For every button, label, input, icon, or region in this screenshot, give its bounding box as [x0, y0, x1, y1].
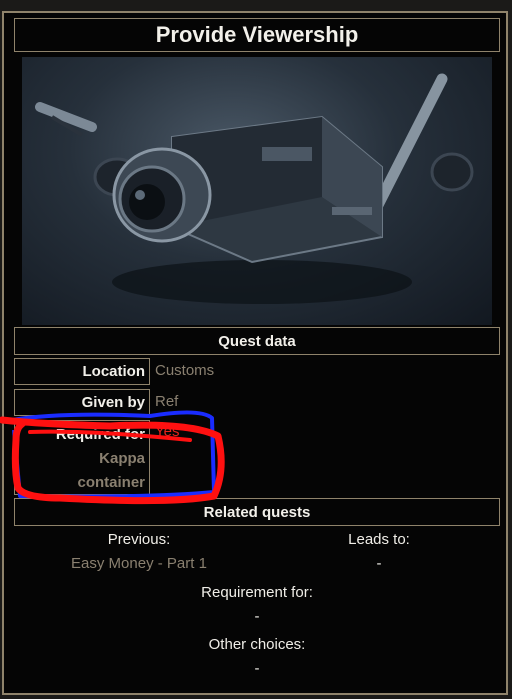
previous-quest-link-text[interactable]: Easy Money - Part 1 — [71, 555, 207, 572]
given-by-label: Given by — [14, 389, 150, 416]
camera-icon — [35, 73, 474, 304]
previous-quest-link[interactable]: Easy Money - Part 1 — [44, 555, 234, 572]
other-choices-label: Other choices: — [134, 636, 380, 653]
required-for-value: Yes — [155, 423, 179, 440]
required-for-label: Required for Kappa container — [14, 420, 150, 495]
leads-to-value: - — [304, 555, 454, 572]
leads-to-label: Leads to: — [304, 531, 454, 548]
requirement-for-value: - — [134, 608, 380, 625]
given-by-value-text[interactable]: Ref — [155, 393, 178, 410]
location-value-text[interactable]: Customs — [155, 362, 214, 379]
quest-title-text: Provide Viewership — [155, 22, 359, 47]
required-for-value-text: Yes — [155, 423, 180, 440]
location-value[interactable]: Customs — [155, 362, 214, 379]
other-choices-label-text: Other choices: — [208, 636, 306, 653]
leads-to-value-text: - — [376, 555, 382, 572]
other-choices-value: - — [134, 660, 380, 677]
related-quests-header-text: Related quests — [203, 503, 311, 521]
container-link[interactable]: container — [15, 471, 145, 495]
related-quests-header: Related quests — [14, 498, 500, 526]
quest-image — [22, 57, 492, 325]
required-for-label-text: Required for — [55, 426, 145, 443]
given-by-label-text: Given by — [81, 394, 145, 411]
quest-data-header-text: Quest data — [218, 332, 296, 350]
previous-label: Previous: — [64, 531, 214, 548]
kappa-link[interactable]: Kappa — [15, 447, 145, 471]
given-by-value[interactable]: Ref — [155, 393, 178, 410]
leads-to-label-text: Leads to: — [348, 531, 410, 548]
quest-data-header: Quest data — [14, 327, 500, 355]
quest-panel: Provide Viewership Quest data Location C… — [2, 11, 508, 695]
requirement-for-value-text: - — [254, 608, 260, 625]
requirement-for-label: Requirement for: — [134, 584, 380, 601]
other-choices-value-text: - — [254, 660, 260, 677]
requirement-for-label-text: Requirement for: — [201, 584, 313, 601]
quest-title: Provide Viewership — [14, 18, 500, 52]
location-label-text: Location — [82, 363, 146, 380]
location-label: Location — [14, 358, 150, 385]
previous-label-text: Previous: — [107, 531, 171, 548]
